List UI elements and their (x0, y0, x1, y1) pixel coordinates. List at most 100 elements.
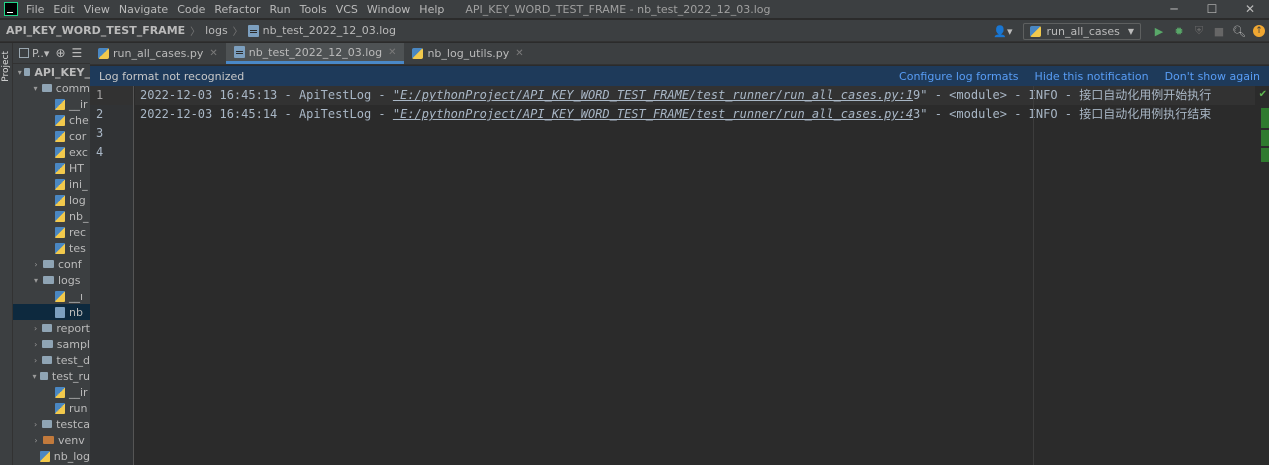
tree-item[interactable]: › report (13, 320, 90, 336)
tree-item[interactable]: nb_log (13, 448, 90, 464)
breadcrumb-file[interactable]: nb_test_2022_12_03.log (263, 24, 396, 37)
tree-item[interactable]: exc (13, 144, 90, 160)
search-icon[interactable]: 🔍︎ (1229, 22, 1249, 40)
tab-nb-log-utils[interactable]: nb_log_utils.py ✕ (404, 43, 531, 64)
editor[interactable]: 1 2 3 4 2022-12-03 16:45:13 - ApiTestLog… (90, 86, 1269, 465)
tree-item[interactable]: ▾ test_ru (13, 368, 90, 384)
tree-item[interactable]: __ı (13, 288, 90, 304)
menu-code[interactable]: Code (177, 3, 205, 16)
tree-item-label: conf (58, 257, 82, 271)
chevron-right-icon[interactable]: › (31, 340, 40, 349)
tree-item[interactable]: __ir (13, 384, 90, 400)
collapse-icon[interactable]: ☰ (72, 46, 83, 60)
python-icon (1029, 25, 1041, 37)
log-line[interactable]: 2022-12-03 16:45:14 - ApiTestLog - "E:/p… (135, 105, 1255, 124)
stop-icon[interactable]: ■ (1209, 22, 1229, 40)
tree-item[interactable]: che (13, 112, 90, 128)
project-view-selector[interactable]: P..▾ (32, 47, 49, 60)
dont-show-again-link[interactable]: Don't show again (1165, 70, 1260, 83)
tab-nb-test-log[interactable]: nb_test_2022_12_03.log ✕ (225, 43, 405, 64)
tree-item[interactable]: ▾ logs (13, 272, 90, 288)
tree-item-label: __ir (69, 97, 88, 111)
close-icon[interactable]: ✕ (209, 48, 217, 59)
window-controls: ─ ☐ ✕ (1155, 0, 1269, 18)
minimize-button[interactable]: ─ (1155, 0, 1193, 18)
maximize-button[interactable]: ☐ (1193, 0, 1231, 18)
tree-item[interactable]: run (13, 400, 90, 416)
source-file-link[interactable]: "E:/pythonProject/API_KEY_WORD_TEST_FRAM… (393, 107, 913, 121)
python-file-icon (55, 130, 65, 142)
breadcrumb-logs[interactable]: logs (205, 24, 228, 37)
tree-item-label: che (69, 113, 89, 127)
python-file-icon (55, 194, 65, 206)
chevron-right-icon[interactable]: › (31, 260, 41, 269)
tree-item[interactable]: › testca (13, 416, 90, 432)
chevron-down-icon[interactable]: ▾ (31, 84, 40, 93)
line-number: 1 (90, 86, 133, 105)
chevron-right-icon[interactable]: › (31, 324, 40, 333)
chevron-down-icon[interactable]: ▾ (17, 68, 22, 77)
run-icon[interactable]: ▶ (1149, 22, 1169, 40)
tree-item[interactable]: › conf (13, 256, 90, 272)
chevron-right-icon[interactable]: › (31, 436, 41, 445)
log-line[interactable]: 2022-12-03 16:45:13 - ApiTestLog - "E:/p… (135, 86, 1255, 105)
navigation-bar: API_KEY_WORD_TEST_FRAME 〉 logs 〉 nb_test… (0, 20, 1269, 42)
notification-message: Log format not recognized (99, 69, 245, 83)
menu-refactor[interactable]: Refactor (214, 3, 260, 16)
tree-item[interactable]: › test_d (13, 352, 90, 368)
tree-item[interactable]: log (13, 192, 90, 208)
chevron-right-icon[interactable]: › (31, 356, 40, 365)
code-area[interactable]: 2022-12-03 16:45:13 - ApiTestLog - "E:/p… (135, 86, 1255, 465)
tree-item[interactable]: tes (13, 240, 90, 256)
run-config-selector[interactable]: run_all_cases ▼ (1022, 22, 1141, 40)
menu-view[interactable]: View (84, 3, 110, 16)
menu-edit[interactable]: Edit (53, 3, 74, 16)
coverage-icon[interactable]: ⛨ (1189, 22, 1209, 40)
target-icon[interactable]: ⊕ (55, 46, 65, 60)
source-file-link[interactable]: "E:/pythonProject/API_KEY_WORD_TEST_FRAM… (393, 88, 913, 102)
tree-item[interactable]: › venv (13, 432, 90, 448)
right-margin-guide (1033, 86, 1034, 465)
tree-item[interactable]: nb (13, 304, 90, 320)
close-icon[interactable]: ✕ (388, 47, 396, 58)
notification-bar: Log format not recognized Configure log … (90, 66, 1269, 86)
tab-run-all-cases[interactable]: run_all_cases.py ✕ (90, 43, 226, 64)
hide-notification-link[interactable]: Hide this notification (1035, 70, 1149, 83)
configure-log-formats-link[interactable]: Configure log formats (899, 70, 1019, 83)
tree-item[interactable]: cor (13, 128, 90, 144)
tree-item[interactable]: nb_ (13, 208, 90, 224)
debug-icon[interactable]: ✹ (1169, 22, 1189, 40)
menu-bar: File Edit View Navigate Code Refactor Ru… (0, 0, 1269, 18)
tree-item[interactable]: ▾ comm (13, 80, 90, 96)
tab-label: run_all_cases.py (113, 47, 204, 60)
tree-item[interactable]: ini_ (13, 176, 90, 192)
menu-help[interactable]: Help (419, 3, 444, 16)
tree-item[interactable]: HT (13, 160, 90, 176)
account-icon[interactable]: 👤▾ (993, 25, 1012, 38)
log-line[interactable] (135, 143, 1255, 162)
python-file-icon (55, 226, 65, 238)
menu-file[interactable]: File (26, 3, 44, 16)
menu-run[interactable]: Run (270, 3, 291, 16)
tree-item-label: cor (69, 129, 87, 143)
close-icon[interactable]: ✕ (515, 48, 523, 59)
menu-tools[interactable]: Tools (300, 3, 327, 16)
menu-vcs[interactable]: VCS (336, 3, 358, 16)
project-tool-tab[interactable]: Project (1, 51, 11, 82)
tree-item[interactable]: __ir (13, 96, 90, 112)
notification-actions: Configure log formats Hide this notifica… (883, 66, 1260, 86)
log-line[interactable] (135, 124, 1255, 143)
chevron-down-icon[interactable]: ▾ (31, 276, 41, 285)
error-stripe[interactable]: ✔ (1259, 86, 1269, 465)
tree-item[interactable]: ▾ API_KEY_ (13, 64, 90, 80)
menu-navigate[interactable]: Navigate (119, 3, 168, 16)
breadcrumb-project[interactable]: API_KEY_WORD_TEST_FRAME (6, 24, 185, 37)
folder-icon (43, 260, 54, 268)
chevron-right-icon[interactable]: › (31, 420, 40, 429)
tree-item[interactable]: › sampl (13, 336, 90, 352)
chevron-down-icon[interactable]: ▾ (31, 372, 38, 381)
close-window-button[interactable]: ✕ (1231, 0, 1269, 18)
menu-window[interactable]: Window (367, 3, 410, 16)
update-icon[interactable]: ↑ (1249, 22, 1269, 40)
tree-item[interactable]: rec (13, 224, 90, 240)
